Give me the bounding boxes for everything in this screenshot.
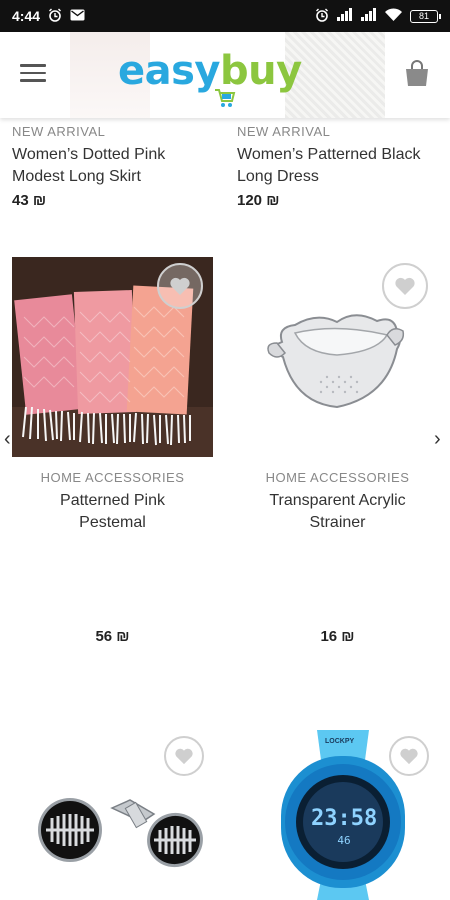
product-card[interactable]: HOME ACCESSORIES Transparent Acrylic Str… bbox=[225, 470, 450, 534]
product-name[interactable]: Patterned Pink Pestemal bbox=[0, 490, 225, 534]
signal-icon bbox=[361, 8, 377, 24]
product-name[interactable]: Women’s Patterned Black Long Dress bbox=[237, 144, 447, 188]
product-name[interactable]: Women’s Dotted Pink Modest Long Skirt bbox=[12, 144, 237, 188]
watch-time-display: 23:58 bbox=[311, 806, 378, 831]
product-name-line: Pestemal bbox=[79, 514, 146, 531]
product-category: NEW ARRIVAL bbox=[237, 124, 331, 139]
battery-level: 81 bbox=[418, 10, 429, 21]
signal-icon bbox=[337, 8, 353, 24]
product-price: 56 ₪ bbox=[95, 628, 130, 645]
wishlist-button[interactable] bbox=[389, 736, 429, 776]
shopping-bag-icon[interactable] bbox=[404, 58, 430, 88]
product-name[interactable]: Transparent Acrylic Strainer bbox=[225, 490, 450, 534]
product-name-line: Modest Long Skirt bbox=[12, 168, 141, 185]
logo-text-easy: easy bbox=[118, 48, 221, 94]
watch-seconds-display: 46 bbox=[337, 834, 351, 847]
chevron-left-icon[interactable]: ‹ bbox=[4, 428, 11, 451]
easybuy-logo[interactable]: easybuy bbox=[118, 48, 318, 108]
status-time: 4:44 bbox=[12, 8, 41, 24]
product-category: HOME ACCESSORIES bbox=[265, 470, 410, 485]
logo-cart-icon bbox=[214, 88, 236, 113]
product-name-line: Patterned Pink bbox=[60, 492, 165, 509]
product-price: 43 ₪ bbox=[12, 192, 47, 209]
gmail-icon bbox=[70, 8, 85, 24]
chevron-right-icon[interactable]: › bbox=[434, 428, 441, 451]
product-name-line: Women’s Patterned Black bbox=[237, 146, 421, 163]
heart-icon bbox=[169, 276, 191, 296]
wishlist-button[interactable] bbox=[157, 263, 203, 309]
alarm-icon bbox=[315, 8, 329, 25]
product-image-watch[interactable]: LOCKPY 23:58 46 bbox=[237, 730, 438, 900]
product-name-line: Strainer bbox=[309, 514, 366, 531]
product-name-line: Women’s Dotted Pink bbox=[12, 146, 166, 163]
product-image-strainer[interactable] bbox=[237, 257, 438, 457]
product-price: 120 ₪ bbox=[237, 192, 280, 209]
product-image-cufflinks[interactable] bbox=[12, 730, 213, 900]
alarm-icon bbox=[48, 8, 62, 25]
status-bar: 4:44 81 bbox=[0, 0, 450, 32]
battery-icon: 81 bbox=[410, 9, 441, 23]
product-price: 16 ₪ bbox=[320, 628, 355, 645]
product-name-line: Transparent Acrylic bbox=[269, 492, 406, 509]
watch-brand: LOCKPY bbox=[325, 738, 355, 745]
product-card[interactable]: HOME ACCESSORIES Patterned Pink Pestemal bbox=[0, 470, 225, 534]
product-image-pestemal[interactable] bbox=[12, 257, 213, 457]
product-name-line: Long Dress bbox=[237, 168, 319, 185]
heart-icon bbox=[174, 747, 194, 765]
product-card[interactable]: NEW ARRIVAL Women’s Patterned Black Long… bbox=[237, 124, 447, 209]
product-card[interactable]: NEW ARRIVAL Women’s Dotted Pink Modest L… bbox=[12, 124, 237, 209]
app-header: easybuy bbox=[0, 32, 450, 118]
wishlist-button[interactable] bbox=[164, 736, 204, 776]
heart-icon bbox=[399, 747, 419, 765]
product-category: NEW ARRIVAL bbox=[12, 124, 106, 139]
heart-icon bbox=[394, 276, 416, 296]
product-category: HOME ACCESSORIES bbox=[40, 470, 185, 485]
hamburger-menu-icon[interactable] bbox=[20, 64, 46, 84]
wishlist-button[interactable] bbox=[382, 263, 428, 309]
wifi-icon bbox=[385, 8, 402, 24]
